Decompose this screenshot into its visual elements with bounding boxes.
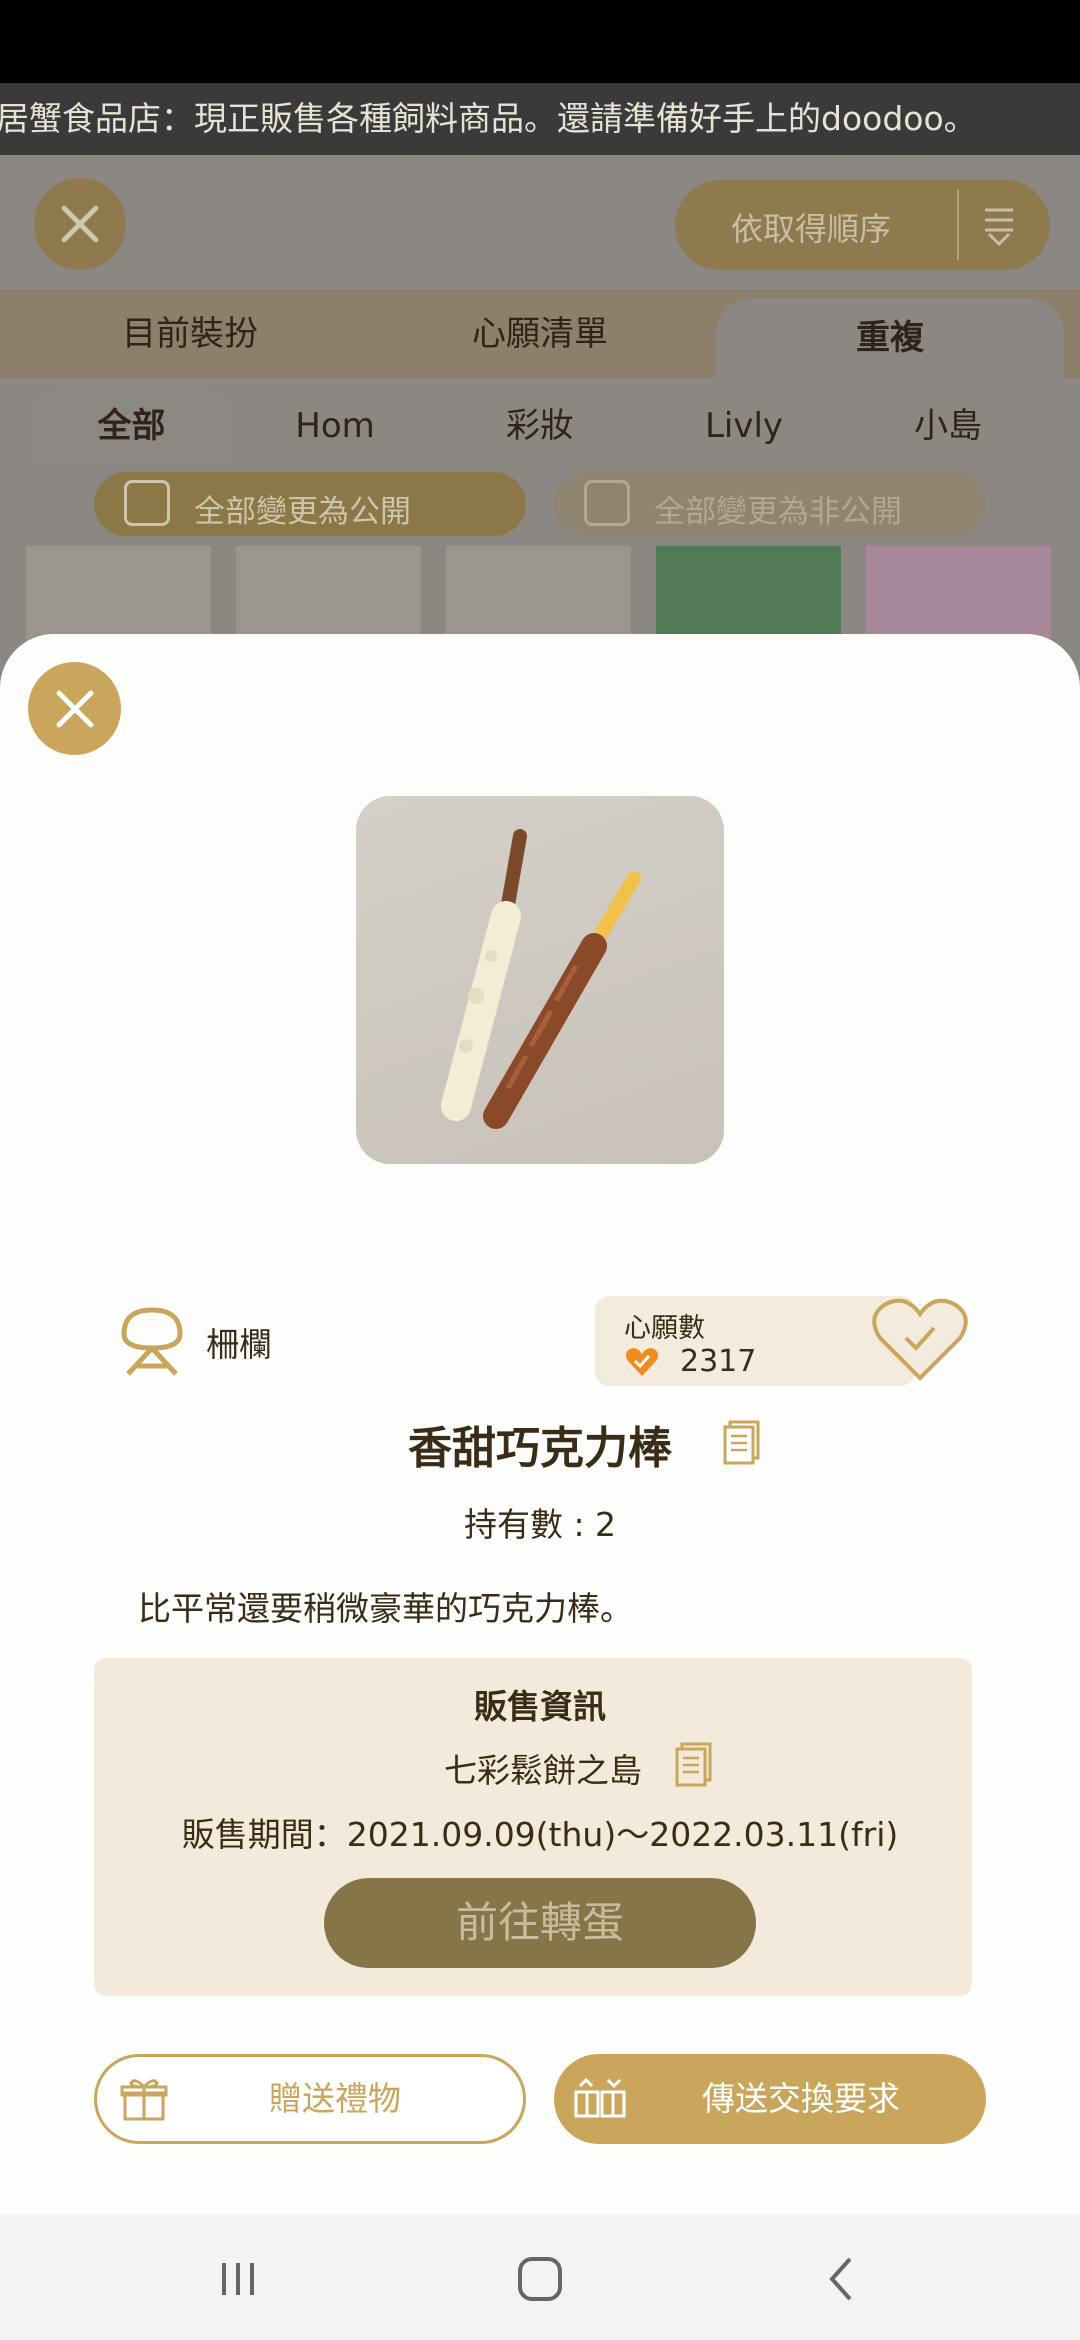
checkbox-icon bbox=[124, 480, 170, 526]
make-private-label: 全部變更為非公開 bbox=[654, 494, 902, 530]
item-name-text: 香甜巧克力棒 bbox=[408, 1423, 672, 1474]
thumbnail-item bbox=[656, 546, 841, 646]
subtab-makeup: 彩妝 bbox=[506, 406, 574, 446]
sort-divider bbox=[957, 190, 959, 260]
copy-icon[interactable] bbox=[674, 1740, 714, 1788]
item-name: 香甜巧克力棒 bbox=[0, 1412, 1080, 1476]
thumbnail-item bbox=[866, 546, 1051, 646]
tab-duplicates: 重複 bbox=[716, 298, 1064, 386]
thumbnail-item bbox=[26, 546, 211, 646]
item-description: 比平常還要稍微豪華的巧克力棒。 bbox=[138, 1589, 633, 1628]
make-private-button: 全部變更為非公開 bbox=[554, 472, 986, 536]
goto-gacha-button[interactable]: 前往轉蛋 bbox=[324, 1878, 756, 1968]
thumbnail-item bbox=[446, 546, 631, 646]
make-public-label: 全部變更為公開 bbox=[194, 494, 411, 530]
background-tabs: 目前裝扮 心願清單 重複 bbox=[0, 290, 1080, 386]
subtab-hom: Hom bbox=[295, 406, 375, 446]
owned-count: 持有數 : 2 bbox=[463, 1505, 617, 1544]
item-category: 柵欄 bbox=[206, 1325, 272, 1364]
wish-count-label: 心願數 bbox=[624, 1313, 705, 1344]
heart-icon bbox=[625, 1348, 659, 1376]
sort-label: 依取得順序 bbox=[731, 210, 892, 248]
trade-icon bbox=[574, 2077, 626, 2118]
status-bar bbox=[0, 0, 1080, 83]
subtab-island: 小島 bbox=[914, 406, 982, 446]
fence-icon bbox=[121, 1307, 183, 1376]
sort-dropdown: 依取得順序 bbox=[675, 180, 1050, 270]
send-gift-label: 贈送禮物 bbox=[269, 2079, 401, 2118]
item-image bbox=[356, 796, 724, 1164]
subtab-livly: Livly bbox=[704, 406, 784, 446]
sort-icon bbox=[985, 208, 1013, 247]
chocolate-stick-illustration bbox=[441, 829, 641, 1129]
sale-period: 販售期間：2021.09.09(thu)～2022.03.11(fri) bbox=[181, 1815, 899, 1854]
close-button[interactable] bbox=[28, 662, 121, 755]
system-nav-bar bbox=[0, 2215, 1080, 2340]
sale-info-title: 販售資訊 bbox=[474, 1687, 606, 1726]
thumbnail-item bbox=[236, 546, 421, 646]
home-icon[interactable] bbox=[516, 2255, 564, 2303]
checkbox-slash-icon bbox=[584, 480, 630, 526]
subtab-all: 全部 bbox=[30, 386, 233, 466]
tab-current-outfit: 目前裝扮 bbox=[122, 314, 258, 354]
background-close-button bbox=[34, 178, 126, 270]
recents-icon[interactable] bbox=[214, 2255, 262, 2303]
news-ticker: 居蟹食品店：現正販售各種飼料商品。還請準備好手上的doodoo。 bbox=[0, 83, 1080, 155]
send-trade-request-button[interactable]: 傳送交換要求 bbox=[554, 2054, 986, 2144]
send-gift-button[interactable]: 贈送禮物 bbox=[94, 2054, 526, 2144]
make-public-button: 全部變更為公開 bbox=[94, 472, 526, 536]
gift-icon bbox=[120, 2079, 168, 2121]
background-subtabs: 全部 Hom 彩妝 Livly 小島 bbox=[0, 378, 1080, 466]
copy-icon[interactable] bbox=[722, 1418, 762, 1466]
wish-count-value: 2317 bbox=[680, 1344, 757, 1379]
add-to-wishlist-button[interactable] bbox=[870, 1294, 970, 1384]
sale-island-name: 七彩鬆餅之島 bbox=[444, 1751, 642, 1790]
tab-wishlist: 心願清單 bbox=[472, 314, 608, 354]
send-trade-label: 傳送交換要求 bbox=[702, 2079, 900, 2118]
back-icon[interactable] bbox=[818, 2255, 866, 2303]
